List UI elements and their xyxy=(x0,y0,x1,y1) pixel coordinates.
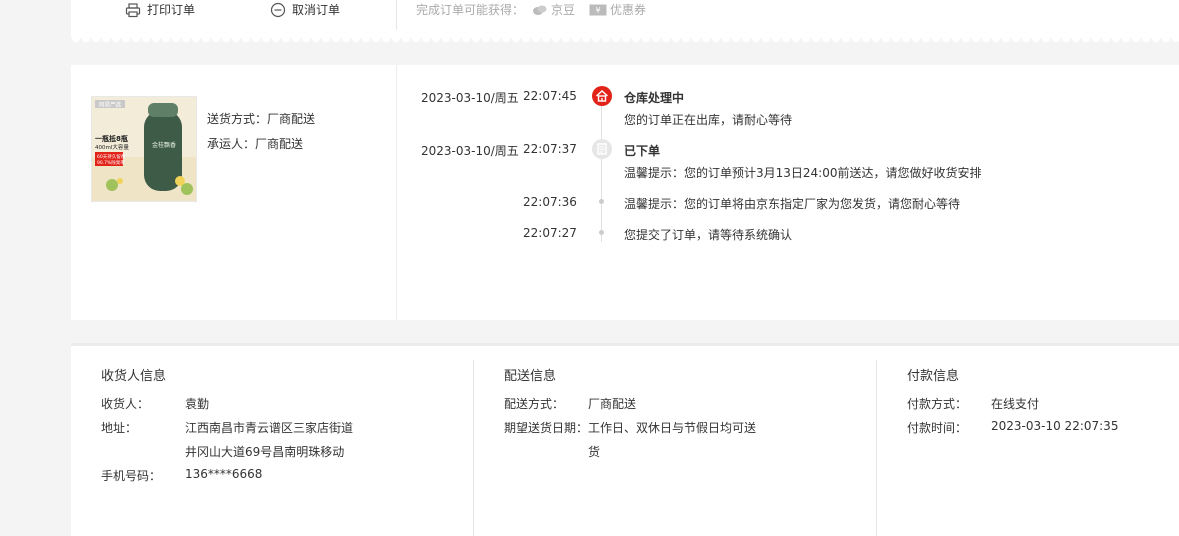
payment-section-title: 付款信息 xyxy=(907,369,960,384)
receiver-phone-value: 136****6668 xyxy=(185,467,263,481)
jd-bean-icon xyxy=(533,5,547,15)
delivery-method: 送货方式：厂商配送 xyxy=(207,110,315,127)
svg-text:¥: ¥ xyxy=(595,6,600,15)
timeline-dot xyxy=(599,199,604,204)
card-top-border xyxy=(71,343,1179,346)
cancel-order-button[interactable]: 取消订单 xyxy=(270,0,340,20)
timeline-desc: 温馨提示：您的订单预计3月13日24:00前送达，请您做好收货安排 xyxy=(624,166,982,180)
receiver-phone-label: 手机号码： xyxy=(101,469,162,483)
receiver-section-title: 收货人信息 xyxy=(101,369,167,384)
divider xyxy=(876,360,877,536)
jd-bean-reward[interactable]: 京豆 xyxy=(532,0,575,20)
payment-method-label: 付款方式： xyxy=(907,397,968,411)
payment-time-label: 付款时间： xyxy=(907,421,968,435)
timeline-time: 22:07:36 xyxy=(523,195,577,209)
timeline-time: 22:07:37 xyxy=(523,142,577,156)
coupon-icon: ¥ xyxy=(589,4,607,16)
expected-date-line1: 工作日、双休日与节假日均可送 xyxy=(588,421,757,435)
order-info-card xyxy=(71,346,1179,536)
cancel-order-label: 取消订单 xyxy=(292,3,341,17)
divider xyxy=(396,0,397,30)
shipping-method-value: 厂商配送 xyxy=(588,397,637,411)
timeline-line xyxy=(601,106,602,242)
shipping-section-title: 配送信息 xyxy=(504,369,557,384)
order-placed-icon xyxy=(592,139,612,159)
warehouse-icon xyxy=(592,86,612,106)
zigzag-edge xyxy=(71,38,1179,44)
divider xyxy=(473,360,474,536)
coupon-reward[interactable]: ¥ 优惠券 xyxy=(589,0,646,20)
order-rewards: 完成订单可能获得： 京豆 ¥ 优惠券 xyxy=(416,0,646,20)
image-text-line2: 400ml大容量 xyxy=(95,143,129,151)
timeline-date: 2023-03-10/周五 xyxy=(421,144,519,158)
expected-date-line2: 货 xyxy=(588,445,601,459)
payment-method-value: 在线支付 xyxy=(991,397,1040,411)
image-text-line1: 一瓶抵8瓶 xyxy=(95,134,128,143)
timeline-time: 22:07:27 xyxy=(523,226,577,240)
timeline-date: 2023-03-10/周五 xyxy=(421,91,519,105)
timeline-time: 22:07:45 xyxy=(523,89,577,103)
divider xyxy=(396,65,397,320)
image-text-line3: 60天持久留香 xyxy=(97,153,126,160)
delivery-method-value: 厂商配送 xyxy=(267,112,316,126)
print-order-button[interactable]: 打印订单 xyxy=(125,0,195,20)
print-order-label: 打印订单 xyxy=(147,3,196,17)
coupon-label: 优惠券 xyxy=(610,3,647,17)
carrier-value: 厂商配送 xyxy=(255,137,304,151)
image-text-vertical: 金桂飘香 xyxy=(152,141,176,149)
delivery-method-label: 送货方式： xyxy=(207,112,268,126)
rewards-label: 完成订单可能获得： xyxy=(416,3,525,17)
receiver-name-value: 袁勤 xyxy=(185,397,210,411)
printer-icon xyxy=(125,3,141,18)
timeline-desc: 温馨提示：您的订单将由京东指定厂家为您发货，请您耐心等待 xyxy=(624,197,961,211)
minus-circle-icon xyxy=(270,2,286,18)
payment-time-value: 2023-03-10 22:07:35 xyxy=(991,419,1119,433)
product-thumbnail[interactable]: 网易严选 一瓶抵8瓶 400ml大容量 60天持久留香 90.7%除臭率 金桂飘… xyxy=(91,96,197,202)
shipping-method-label: 配送方式： xyxy=(504,397,565,411)
timeline-desc: 您提交了订单，请等待系统确认 xyxy=(624,228,793,242)
jd-bean-label: 京豆 xyxy=(551,3,576,17)
expected-date-label: 期望送货日期： xyxy=(504,421,589,435)
receiver-address-label: 地址： xyxy=(101,421,138,435)
carrier: 承运人：厂商配送 xyxy=(207,135,303,152)
image-brand-text: 网易严选 xyxy=(99,101,122,109)
receiver-address-line2: 井冈山大道69号昌南明珠移动 xyxy=(185,445,345,459)
receiver-name-label: 收货人： xyxy=(101,397,150,411)
timeline-dot xyxy=(599,230,604,235)
image-text-line4: 90.7%除臭率 xyxy=(97,159,125,166)
timeline-desc: 您的订单正在出库，请耐心等待 xyxy=(624,113,793,127)
carrier-label: 承运人： xyxy=(207,137,256,151)
receiver-address-line1: 江西南昌市青云谱区三家店街道 xyxy=(185,421,354,435)
product-image: 网易严选 一瓶抵8瓶 400ml大容量 60天持久留香 90.7%除臭率 金桂飘… xyxy=(92,97,196,201)
timeline-title: 仓库处理中 xyxy=(624,91,685,105)
timeline-title: 已下单 xyxy=(624,144,661,158)
